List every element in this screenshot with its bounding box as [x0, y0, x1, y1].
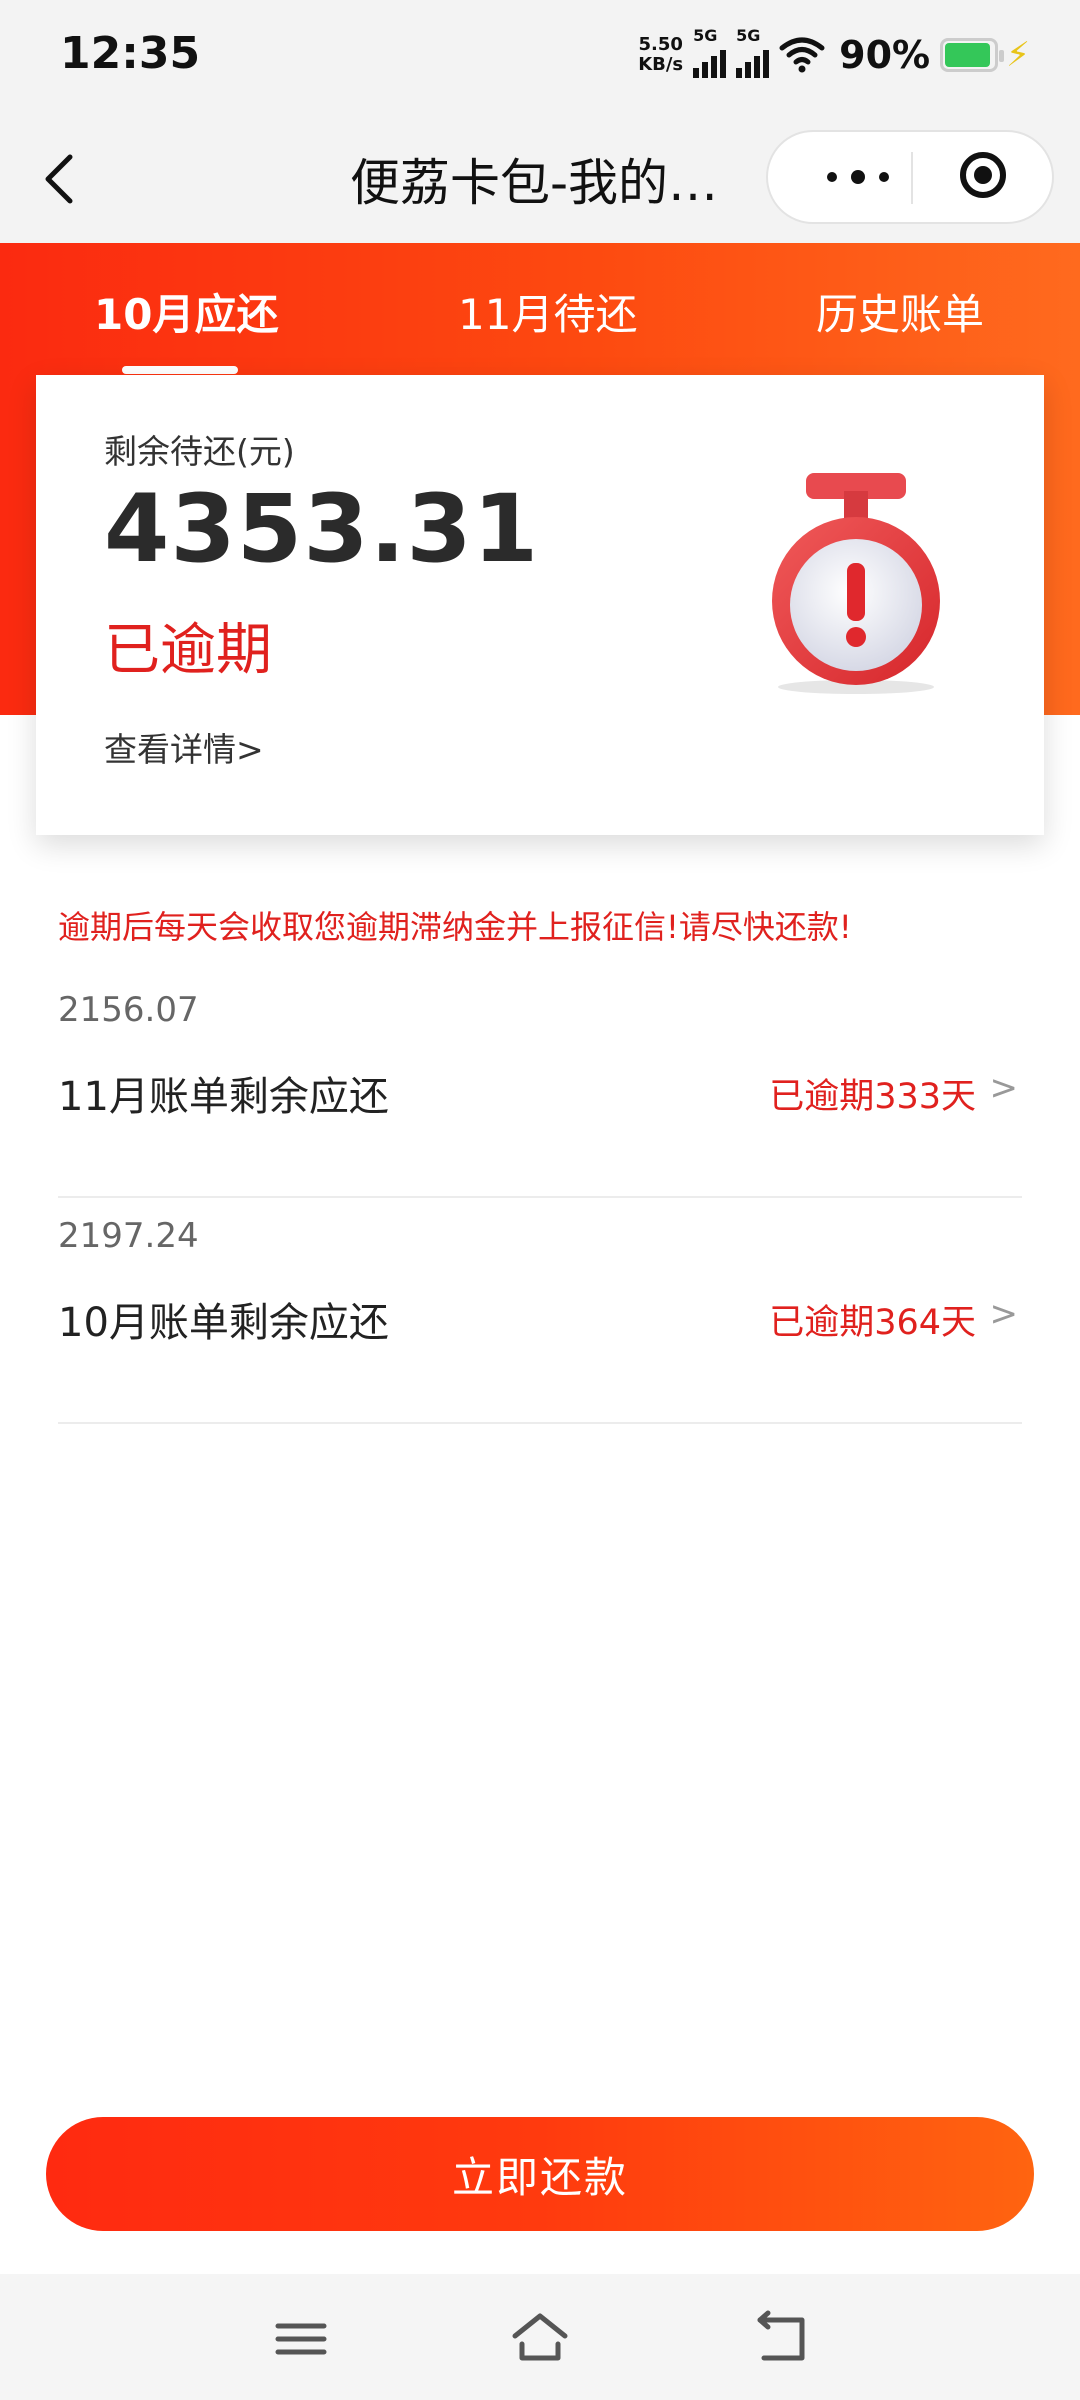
back-icon[interactable]: [746, 2304, 816, 2374]
pay-now-label: 立即还款: [451, 2152, 628, 2202]
bill-name: 10月账单剩余应还: [58, 1300, 389, 1346]
bill-amount: 2156.07: [58, 990, 199, 1030]
overdue-status: 已逾期: [104, 618, 272, 683]
menu-icon[interactable]: [266, 2304, 336, 2374]
net-speed: 5.50 KB/s: [638, 35, 683, 75]
bill-row[interactable]: 2156.07 11月账单剩余应还 已逾期333天 >: [58, 972, 1022, 1198]
status-time: 12:35: [60, 28, 201, 79]
bill-overdue-days: 已逾期364天: [769, 1303, 976, 1343]
bill-row[interactable]: 2197.24 10月账单剩余应还 已逾期364天 >: [58, 1198, 1022, 1424]
alarm-clock-exclamation-icon: [772, 473, 940, 694]
chevron-right-icon: >: [989, 1294, 1019, 1334]
chevron-left-icon[interactable]: [36, 151, 86, 207]
battery-icon: [940, 38, 1005, 72]
chevron-right-icon: >: [989, 1068, 1019, 1108]
system-nav-bar: [0, 2274, 1080, 2400]
more-dots-icon[interactable]: [798, 132, 918, 222]
overdue-warning: 逾期后每天会收取您逾期滞纳金并上报征信!请尽快还款!: [58, 908, 852, 946]
bill-amount: 2197.24: [58, 1216, 199, 1256]
remaining-label: 剩余待还(元): [104, 432, 295, 471]
signal-label: 5G: [736, 26, 761, 45]
battery-percent: 90%: [839, 33, 931, 77]
bill-overdue-days: 已逾期333天: [769, 1077, 976, 1117]
net-speed-unit: KB/s: [638, 54, 684, 75]
tab-november-pending[interactable]: 11月待还: [458, 281, 637, 342]
repayment-summary-card: 剩余待还(元) 4353.31 已逾期 查看详情>: [36, 375, 1044, 835]
pay-now-button[interactable]: 立即还款: [46, 2117, 1034, 2231]
tab-history-bills[interactable]: 历史账单: [816, 281, 984, 342]
tab-indicator: [122, 366, 238, 374]
status-bar: 12:35 5.50 KB/s 5G 5G 90% ⚡: [0, 0, 1080, 115]
view-details-link[interactable]: 查看详情>: [104, 723, 264, 771]
signal-label: 5G: [693, 26, 718, 45]
capsule-divider: [911, 152, 913, 204]
tab-october-due[interactable]: 10月应还: [94, 281, 278, 342]
signal-icon: 5G: [693, 26, 727, 78]
mini-program-capsule: [766, 130, 1054, 224]
wifi-icon: [779, 37, 825, 73]
target-circle-icon[interactable]: [960, 152, 1006, 198]
signal-icon: 5G: [736, 26, 770, 78]
charging-icon: ⚡: [1006, 35, 1030, 75]
page-title: 便荔卡包-我的…: [350, 154, 719, 212]
bill-name: 11月账单剩余应还: [58, 1074, 389, 1120]
net-speed-value: 5.50: [638, 34, 683, 55]
status-icons: 5.50 KB/s 5G 5G 90% ⚡: [638, 26, 1030, 80]
home-icon[interactable]: [505, 2304, 575, 2374]
nav-bar: 便荔卡包-我的…: [0, 115, 1080, 243]
remaining-amount: 4353.31: [104, 475, 540, 584]
